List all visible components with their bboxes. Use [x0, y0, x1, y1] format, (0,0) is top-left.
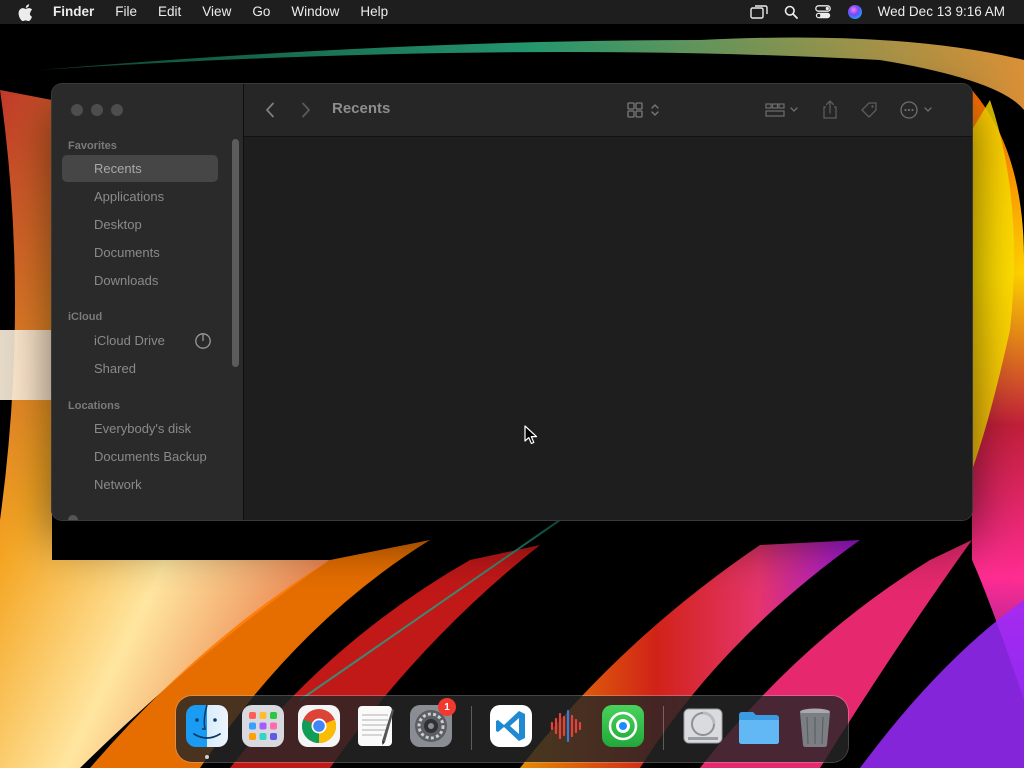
- menu-view[interactable]: View: [202, 0, 231, 24]
- close-window-button[interactable]: [71, 104, 83, 116]
- dock: 1: [176, 696, 848, 762]
- dock-finder[interactable]: [184, 703, 230, 749]
- sidebar-item-label: Applications: [94, 189, 165, 204]
- dock-vscode[interactable]: [488, 703, 534, 749]
- forward-chevron-icon[interactable]: [298, 98, 314, 122]
- menu-go[interactable]: Go: [252, 0, 270, 24]
- spotlight-search-icon[interactable]: [780, 0, 802, 24]
- finder-window: Favorites Recents Applications Desktop D…: [52, 84, 972, 520]
- dock-system-settings[interactable]: 1: [408, 698, 456, 749]
- dock-audio-app[interactable]: [544, 703, 590, 749]
- sidebar-section-locations: Locations: [68, 400, 120, 412]
- dock-chrome[interactable]: [296, 703, 342, 749]
- tag-icon[interactable]: [858, 98, 880, 122]
- sidebar-item-documents-backup[interactable]: Documents Backup: [62, 443, 218, 470]
- menu-file[interactable]: File: [115, 0, 137, 24]
- sidebar-item-label: Desktop: [94, 217, 142, 232]
- control-center-icon[interactable]: [812, 0, 834, 24]
- sidebar-overflow-indicator: [68, 515, 78, 520]
- finder-sidebar: Favorites Recents Applications Desktop D…: [52, 84, 244, 520]
- finder-running-indicator: [205, 755, 209, 759]
- sidebar-item-label: iCloud Drive: [94, 333, 165, 348]
- dock-folder[interactable]: [736, 703, 782, 749]
- dock-disk-image[interactable]: [680, 703, 726, 749]
- sidebar-item-label: Recents: [94, 161, 142, 176]
- sidebar-item-label: Documents: [94, 245, 160, 260]
- sidebar-item-everybodys-disk[interactable]: Everybody's disk: [62, 415, 218, 442]
- folder-icon: [739, 712, 779, 744]
- sidebar-item-network[interactable]: Network: [62, 471, 218, 498]
- desktop-icon: [74, 218, 88, 232]
- sidebar-item-shared[interactable]: Shared: [62, 355, 218, 382]
- disk-icon: [74, 422, 88, 436]
- textedit-icon: [358, 706, 394, 746]
- share-icon[interactable]: [820, 98, 840, 122]
- launchpad-icon: [242, 705, 284, 747]
- cloud-icon: [74, 334, 88, 348]
- shared-folder-icon: [74, 362, 88, 376]
- sidebar-scrollbar[interactable]: [232, 139, 239, 367]
- dock-separator: [663, 706, 664, 750]
- siri-icon[interactable]: [844, 0, 866, 24]
- dock-trash[interactable]: [792, 703, 838, 749]
- sidebar-item-label: Everybody's disk: [94, 421, 192, 436]
- sidebar-item-downloads[interactable]: Downloads: [62, 267, 218, 294]
- chrome-icon: [298, 705, 340, 747]
- window-title: Recents: [332, 100, 391, 117]
- trash-icon: [800, 708, 830, 747]
- more-actions-icon[interactable]: [898, 98, 938, 122]
- window-controls: [71, 104, 123, 116]
- sidebar-item-recents[interactable]: Recents: [62, 155, 218, 182]
- finder-main-area: Recents: [244, 84, 972, 520]
- applications-icon: [74, 190, 88, 204]
- sidebar-item-documents[interactable]: Documents: [62, 239, 218, 266]
- disk-icon: [74, 450, 88, 464]
- clock-icon: [74, 162, 88, 176]
- finder-icon: [186, 704, 228, 747]
- minimize-window-button[interactable]: [91, 104, 103, 116]
- notification-badge: 1: [438, 698, 456, 716]
- disk-image-icon: [683, 708, 723, 744]
- file-list-area[interactable]: [244, 137, 972, 520]
- menu-app-name[interactable]: Finder: [53, 0, 94, 24]
- sync-progress-icon: [195, 333, 211, 349]
- menu-bar-extras: Wed Dec 13 9:16 AM: [748, 0, 1024, 24]
- sidebar-item-label: Documents Backup: [94, 449, 207, 464]
- zoom-window-button[interactable]: [111, 104, 123, 116]
- find-my-icon: [602, 705, 644, 747]
- finder-toolbar: Recents: [244, 84, 972, 137]
- dock-separator: [471, 706, 472, 750]
- screen-mirroring-icon[interactable]: [748, 0, 770, 24]
- sidebar-item-label: Shared: [94, 361, 136, 376]
- menu-help[interactable]: Help: [360, 0, 388, 24]
- apple-menu-icon[interactable]: [18, 0, 36, 24]
- group-by-icon[interactable]: [762, 98, 802, 122]
- dock-find-my[interactable]: [600, 703, 646, 749]
- vscode-icon: [490, 705, 532, 747]
- menu-bar: Finder File Edit View Go Window Help Wed…: [0, 0, 1024, 24]
- mouse-cursor-icon: [524, 425, 538, 445]
- sidebar-item-label: Network: [94, 477, 142, 492]
- sidebar-section-icloud: iCloud: [68, 311, 103, 323]
- sidebar-item-label: Downloads: [94, 273, 159, 288]
- download-icon: [74, 274, 88, 288]
- dock-launchpad[interactable]: [240, 703, 286, 749]
- waveform-icon: [550, 709, 582, 743]
- document-icon: [74, 246, 88, 260]
- sidebar-item-desktop[interactable]: Desktop: [62, 211, 218, 238]
- dock-textedit[interactable]: [352, 703, 398, 749]
- menu-window[interactable]: Window: [291, 0, 339, 24]
- menu-edit[interactable]: Edit: [158, 0, 181, 24]
- back-chevron-icon[interactable]: [262, 98, 278, 122]
- network-icon: [74, 478, 88, 492]
- sidebar-item-applications[interactable]: Applications: [62, 183, 218, 210]
- sidebar-section-favorites: Favorites: [68, 140, 117, 152]
- view-mode-grid-icon[interactable]: [624, 98, 664, 122]
- menu-clock[interactable]: Wed Dec 13 9:16 AM: [878, 0, 1005, 24]
